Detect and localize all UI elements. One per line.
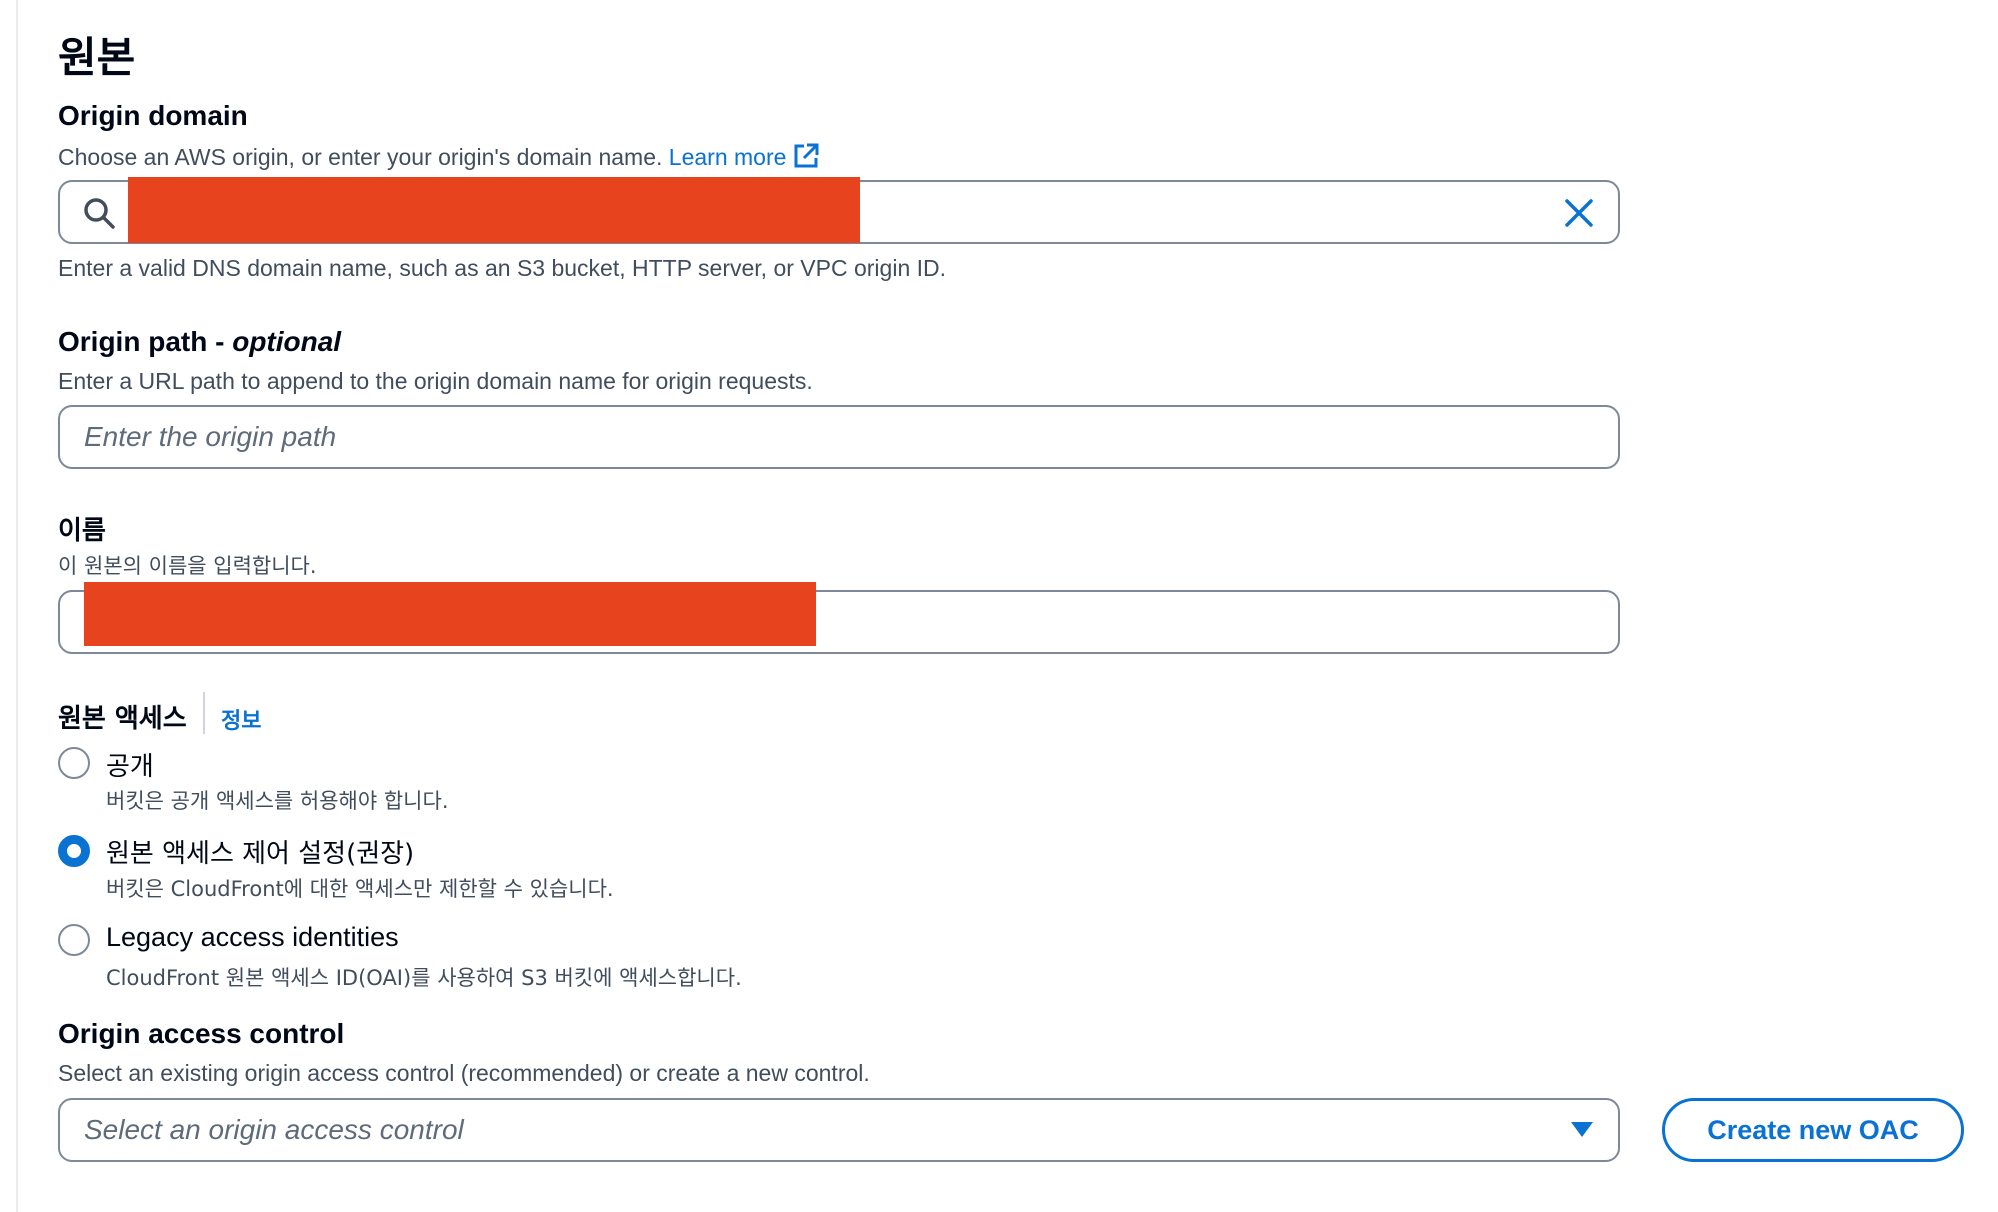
origin-domain-description: Choose an AWS origin, or enter your orig… — [58, 142, 820, 176]
origin-path-description: Enter a URL path to append to the origin… — [58, 368, 813, 394]
radio-oac[interactable] — [58, 835, 90, 867]
origin-domain-help: Enter a valid DNS domain name, such as a… — [58, 255, 947, 281]
oac-label: Origin access control — [58, 1018, 345, 1049]
radio-public-description: 버킷은 공개 액세스를 허용해야 합니다. — [106, 789, 449, 813]
radio-legacy[interactable] — [58, 924, 90, 956]
external-link-icon — [792, 142, 820, 176]
oac-description: Select an existing origin access control… — [58, 1060, 870, 1086]
learn-more-link[interactable]: Learn more — [668, 143, 821, 170]
origin-path-label-text: Origin path - — [58, 326, 233, 357]
radio-legacy-description: CloudFront 원본 액세스 ID(OAI)를 사용하여 S3 버킷에 액… — [106, 966, 742, 990]
origin-path-label: Origin path - optional — [58, 326, 341, 358]
search-icon — [82, 196, 116, 235]
name-description: 이 원본의 이름을 입력합니다. — [58, 554, 317, 578]
redacted-name-value — [84, 582, 816, 646]
origin-access-label: 원본 액세스 — [58, 704, 187, 734]
section-title: 원본 — [58, 33, 136, 82]
origin-path-input[interactable]: Enter the origin path — [58, 405, 1620, 469]
redacted-domain-value — [128, 177, 860, 243]
clear-icon[interactable] — [1562, 196, 1596, 235]
caret-down-icon — [1570, 1120, 1594, 1145]
radio-legacy-label: Legacy access identities — [106, 922, 399, 952]
info-link[interactable]: 정보 — [221, 703, 261, 735]
create-new-oac-button[interactable]: Create new OAC — [1662, 1098, 1964, 1162]
origin-domain-description-text: Choose an AWS origin, or enter your orig… — [58, 144, 663, 170]
learn-more-text: Learn more — [668, 144, 787, 170]
origin-domain-label: Origin domain — [58, 100, 248, 131]
radio-public-label: 공개 — [106, 752, 154, 782]
name-label: 이름 — [58, 516, 106, 546]
label-divider — [203, 692, 205, 734]
oac-select-placeholder: Select an origin access control — [84, 1114, 464, 1145]
radio-oac-label: 원본 액세스 제어 설정(권장) — [106, 839, 415, 869]
origin-path-optional: optional — [232, 326, 342, 357]
oac-select[interactable]: Select an origin access control — [58, 1098, 1620, 1162]
radio-oac-description: 버킷은 CloudFront에 대한 액세스만 제한할 수 있습니다. — [106, 877, 614, 901]
origin-path-placeholder: Enter the origin path — [84, 421, 337, 452]
radio-public[interactable] — [58, 747, 90, 779]
